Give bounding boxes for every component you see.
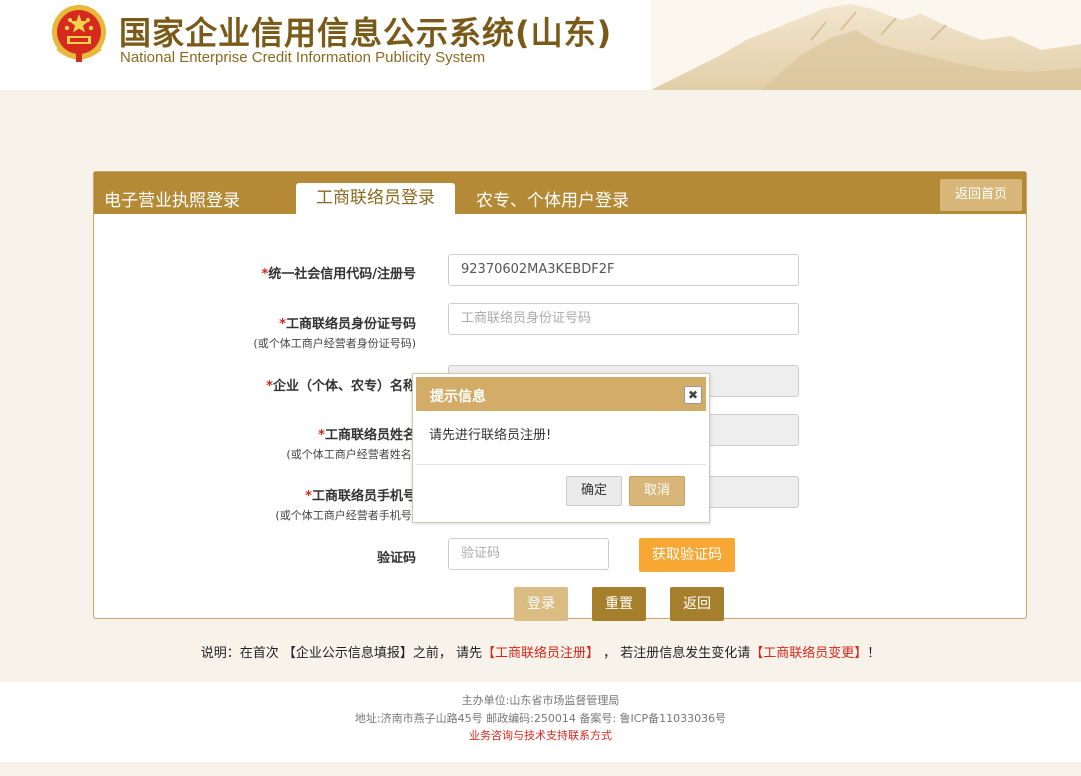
login-tab-bar: 电子营业执照登录 工商联络员登录 农专、个体用户登录 返回首页: [94, 172, 1026, 214]
site-subtitle: National Enterprise Credit Information P…: [120, 49, 486, 66]
tab-electronic-license-login[interactable]: 电子营业执照登录: [104, 186, 240, 211]
login-button[interactable]: 登录: [514, 587, 568, 621]
liaison-change-link[interactable]: 【工商联络员变更】: [750, 646, 867, 661]
reset-button[interactable]: 重置: [592, 587, 646, 621]
liaison-register-link[interactable]: 【工商联络员注册】: [482, 646, 599, 661]
close-icon[interactable]: ✖: [684, 386, 702, 404]
dialog-header: 提示信息 ✖: [416, 377, 706, 411]
footer-address: 地址:济南市燕子山路45号 邮政编码:250014 备案号: 鲁ICP备1103…: [354, 712, 727, 725]
national-emblem-icon: [52, 5, 106, 62]
liaison-phone-label: *工商联络员手机号 (或个体工商户经营者手机号): [275, 489, 416, 522]
alert-dialog: 提示信息 ✖ 请先进行联络员注册! 确定 取消: [412, 373, 710, 523]
footer-sponsor: 主办单位:山东省市场监督管理局: [461, 694, 620, 707]
captcha-input[interactable]: 验证码: [448, 538, 609, 570]
dialog-ok-button[interactable]: 确定: [566, 476, 622, 506]
site-header: 国家企业信用信息公示系统(山东) National Enterprise Cre…: [0, 0, 1081, 90]
credit-code-input[interactable]: 92370602MA3KEBDF2F: [448, 254, 799, 286]
captcha-label: 验证码: [376, 551, 416, 566]
footer-support-link[interactable]: 业务咨询与技术支持联系方式: [0, 727, 1081, 743]
liaison-id-label: *工商联络员身份证号码 (或个体工商户经营者身份证号码): [253, 317, 416, 350]
credit-code-label: *统一社会信用代码/注册号: [261, 267, 416, 282]
get-captcha-button[interactable]: 获取验证码: [639, 538, 735, 572]
back-button[interactable]: 返回: [670, 587, 724, 621]
dialog-divider: [416, 464, 706, 465]
tab-liaison-login[interactable]: 工商联络员登录: [296, 183, 455, 214]
tab-farmer-individual-login[interactable]: 农专、个体用户登录: [476, 186, 629, 211]
dialog-cancel-button[interactable]: 取消: [629, 476, 685, 506]
dialog-message: 请先进行联络员注册!: [429, 428, 552, 443]
return-home-button[interactable]: 返回首页: [940, 179, 1022, 211]
mountain-banner-image: [651, 0, 1081, 90]
registration-note: 说明：在首次 【企业公示信息填报】之前， 请先【工商联络员注册】 ， 若注册信息…: [200, 646, 881, 661]
liaison-name-label: *工商联络员姓名 (或个体工商户经营者姓名): [286, 428, 416, 461]
site-footer: 主办单位:山东省市场监督管理局 地址:济南市燕子山路45号 邮政编码:25001…: [0, 682, 1081, 762]
site-title: 国家企业信用信息公示系统(山东): [119, 14, 613, 52]
company-name-label: *企业（个体、农专）名称: [266, 379, 416, 394]
liaison-id-input[interactable]: 工商联络员身份证号码: [448, 303, 799, 335]
dialog-title: 提示信息: [430, 389, 486, 405]
